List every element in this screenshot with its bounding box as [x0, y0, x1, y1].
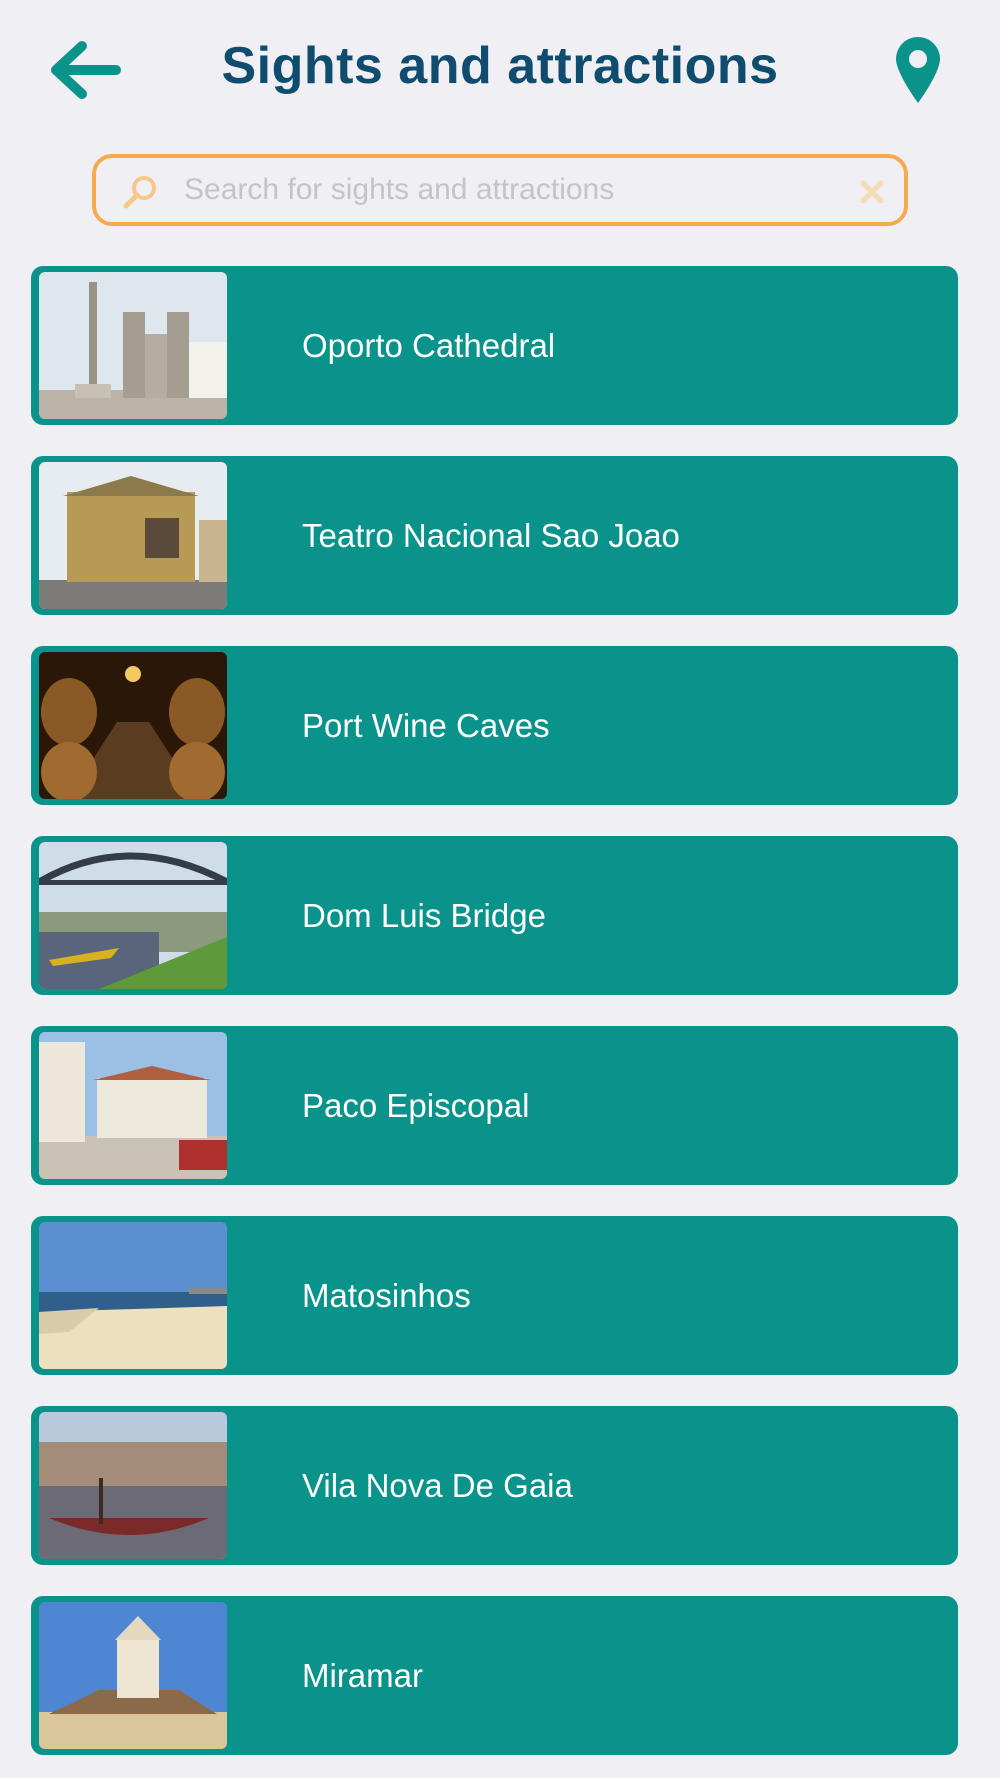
- list-item[interactable]: Teatro Nacional Sao Joao: [31, 456, 958, 615]
- list-item-label: Dom Luis Bridge: [302, 897, 546, 934]
- attractions-list: Oporto Cathedral Teatro Nacional Sao Joa…: [31, 266, 958, 1778]
- list-item[interactable]: Miramar: [31, 1596, 958, 1755]
- search-bar: [92, 154, 908, 226]
- palace-photo: [39, 1032, 227, 1179]
- header: Sights and attractions: [0, 0, 1000, 140]
- list-item-label: Vila Nova De Gaia: [302, 1467, 573, 1504]
- close-icon[interactable]: [852, 172, 892, 212]
- page-title: Sights and attractions: [221, 37, 779, 95]
- list-item-label: Port Wine Caves: [302, 707, 550, 744]
- cathedral-photo: [39, 272, 227, 419]
- list-item-label: Miramar: [302, 1657, 423, 1694]
- wine-cellar-photo: [39, 652, 227, 799]
- location-button[interactable]: [880, 30, 956, 110]
- search-icon: [123, 176, 156, 209]
- list-item-label: Matosinhos: [302, 1277, 471, 1314]
- bridge-photo: [39, 842, 227, 989]
- list-item[interactable]: Oporto Cathedral: [31, 266, 958, 425]
- list-item[interactable]: Dom Luis Bridge: [31, 836, 958, 995]
- chapel-photo: [39, 1602, 227, 1749]
- list-item[interactable]: Paco Episcopal: [31, 1026, 958, 1185]
- theatre-photo: [39, 462, 227, 609]
- list-item-label: Oporto Cathedral: [302, 327, 556, 364]
- list-item-label: Paco Episcopal: [302, 1087, 530, 1124]
- list-item[interactable]: Port Wine Caves: [31, 646, 958, 805]
- riverside-boat-photo: [39, 1412, 227, 1559]
- beach-photo: [39, 1222, 227, 1369]
- list-item-label: Teatro Nacional Sao Joao: [302, 517, 680, 554]
- search-input[interactable]: [184, 166, 824, 214]
- list-item[interactable]: Matosinhos: [31, 1216, 958, 1375]
- list-item[interactable]: Vila Nova De Gaia: [31, 1406, 958, 1565]
- map-pin-icon: [896, 37, 940, 103]
